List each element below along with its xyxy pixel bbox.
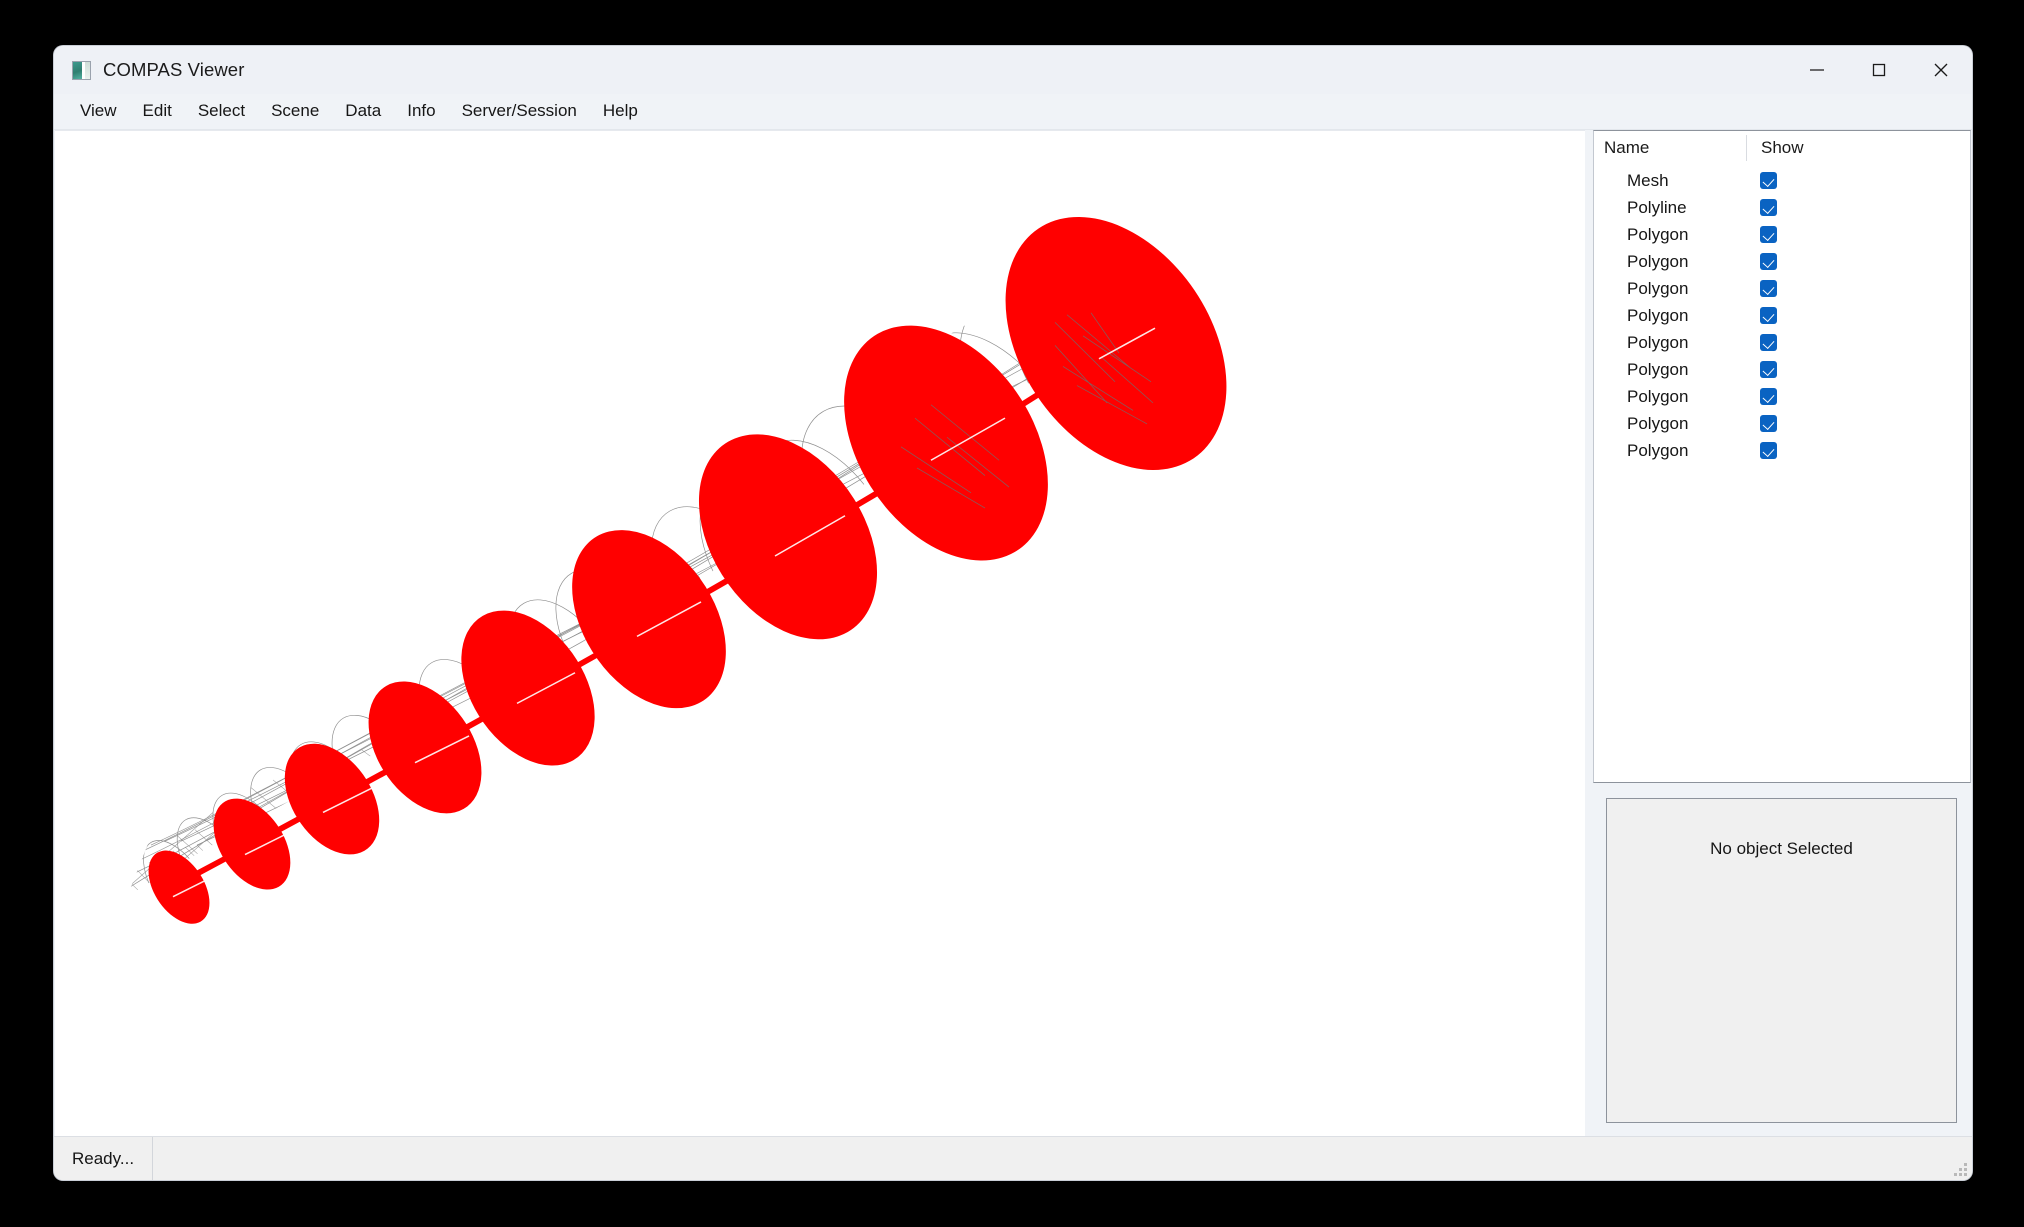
show-checkbox[interactable] (1760, 442, 1777, 459)
tree-row-label: Polygon (1627, 251, 1689, 271)
tree-row[interactable]: Polygon (1594, 248, 1970, 275)
menu-item-view[interactable]: View (67, 98, 130, 126)
minimize-icon (1810, 69, 1824, 71)
tree-row-label: Polygon (1627, 224, 1689, 244)
tree-row[interactable]: Polygon (1594, 329, 1970, 356)
column-header-name[interactable]: Name (1594, 138, 1746, 158)
tree-row-show-cell (1746, 280, 1970, 297)
tree-row[interactable]: Mesh (1594, 167, 1970, 194)
show-checkbox[interactable] (1760, 172, 1777, 189)
main-body: Name Show Mesh Polyline Polygon Polygon … (54, 130, 1972, 1136)
scene-tree-header: Name Show (1594, 131, 1970, 165)
menu-item-edit[interactable]: Edit (130, 98, 185, 126)
tree-row-label: Polygon (1627, 359, 1689, 379)
show-checkbox[interactable] (1760, 307, 1777, 324)
resize-grip-icon[interactable] (1951, 1160, 1967, 1176)
tree-row[interactable]: Polygon (1594, 410, 1970, 437)
tree-row[interactable]: Polygon (1594, 221, 1970, 248)
menu-bar: View Edit Select Scene Data Info Server/… (54, 94, 1972, 130)
tree-row-label: Mesh (1627, 170, 1669, 190)
tree-row[interactable]: Polygon (1594, 275, 1970, 302)
show-checkbox[interactable] (1760, 280, 1777, 297)
tree-row-label: Polygon (1627, 278, 1689, 298)
title-bar-left: COMPAS Viewer (54, 59, 244, 81)
menu-item-info[interactable]: Info (394, 98, 448, 126)
menu-item-server-session[interactable]: Server/Session (449, 98, 590, 126)
show-checkbox[interactable] (1760, 226, 1777, 243)
polygon-section-1 (148, 850, 210, 924)
window-controls (1786, 46, 1972, 94)
object-info-dock: No object Selected (1593, 783, 1971, 1136)
tree-row-label: Polygon (1627, 386, 1689, 406)
tree-row[interactable]: Polyline (1594, 194, 1970, 221)
title-bar[interactable]: COMPAS Viewer (54, 46, 1972, 94)
maximize-button[interactable] (1848, 46, 1910, 94)
show-checkbox[interactable] (1760, 253, 1777, 270)
status-message: Ready... (54, 1136, 154, 1180)
close-icon (1934, 63, 1948, 77)
show-checkbox[interactable] (1760, 334, 1777, 351)
show-checkbox[interactable] (1760, 199, 1777, 216)
window-title: COMPAS Viewer (103, 59, 245, 80)
tree-row-show-cell (1746, 253, 1970, 270)
tree-row-label: Polygon (1627, 413, 1689, 433)
tree-row-show-cell (1746, 226, 1970, 243)
minimize-button[interactable] (1786, 46, 1848, 94)
menu-item-data[interactable]: Data (332, 98, 394, 126)
scene-render (127, 216, 1227, 924)
tree-row-show-cell (1746, 415, 1970, 432)
tree-row-label: Polygon (1627, 305, 1689, 325)
menu-item-help[interactable]: Help (590, 98, 651, 126)
menu-item-select[interactable]: Select (185, 98, 258, 126)
menu-item-scene[interactable]: Scene (258, 98, 332, 126)
tree-row-show-cell (1746, 172, 1970, 189)
scene-tree-rows: Mesh Polyline Polygon Polygon Polygon Po… (1594, 165, 1970, 782)
maximize-icon (1872, 63, 1886, 77)
viewport-container (54, 130, 1585, 1136)
right-dock: Name Show Mesh Polyline Polygon Polygon … (1593, 130, 1972, 1136)
tree-row-show-cell (1746, 307, 1970, 324)
column-header-show[interactable]: Show (1746, 134, 1970, 161)
tree-row[interactable]: Polygon (1594, 302, 1970, 329)
app-logo-icon (72, 60, 91, 80)
close-button[interactable] (1910, 46, 1972, 94)
tree-row-label: Polyline (1627, 197, 1687, 217)
tree-row[interactable]: Polygon (1594, 437, 1970, 464)
show-checkbox[interactable] (1760, 415, 1777, 432)
tree-row-show-cell (1746, 334, 1970, 351)
tree-row-show-cell (1746, 361, 1970, 378)
tree-row[interactable]: Polygon (1594, 383, 1970, 410)
tree-row-show-cell (1746, 388, 1970, 405)
no-selection-message: No object Selected (1710, 839, 1853, 858)
tree-row-label: Polygon (1627, 440, 1689, 460)
tree-row-label: Polygon (1627, 332, 1689, 352)
tree-row-show-cell (1746, 199, 1970, 216)
show-checkbox[interactable] (1760, 361, 1777, 378)
scene-tree-panel: Name Show Mesh Polyline Polygon Polygon … (1593, 130, 1971, 783)
scene-contents (127, 216, 1227, 924)
tree-row[interactable]: Polygon (1594, 356, 1970, 383)
status-bar: Ready... (54, 1136, 1972, 1180)
object-info-panel: No object Selected (1606, 798, 1957, 1123)
tree-row-show-cell (1746, 442, 1970, 459)
show-checkbox[interactable] (1760, 388, 1777, 405)
application-window: COMPAS Viewer View Edit Select Scene Dat… (54, 46, 1972, 1180)
3d-viewport[interactable] (55, 130, 1585, 1136)
viewport-dock-splitter[interactable] (1585, 130, 1593, 1136)
